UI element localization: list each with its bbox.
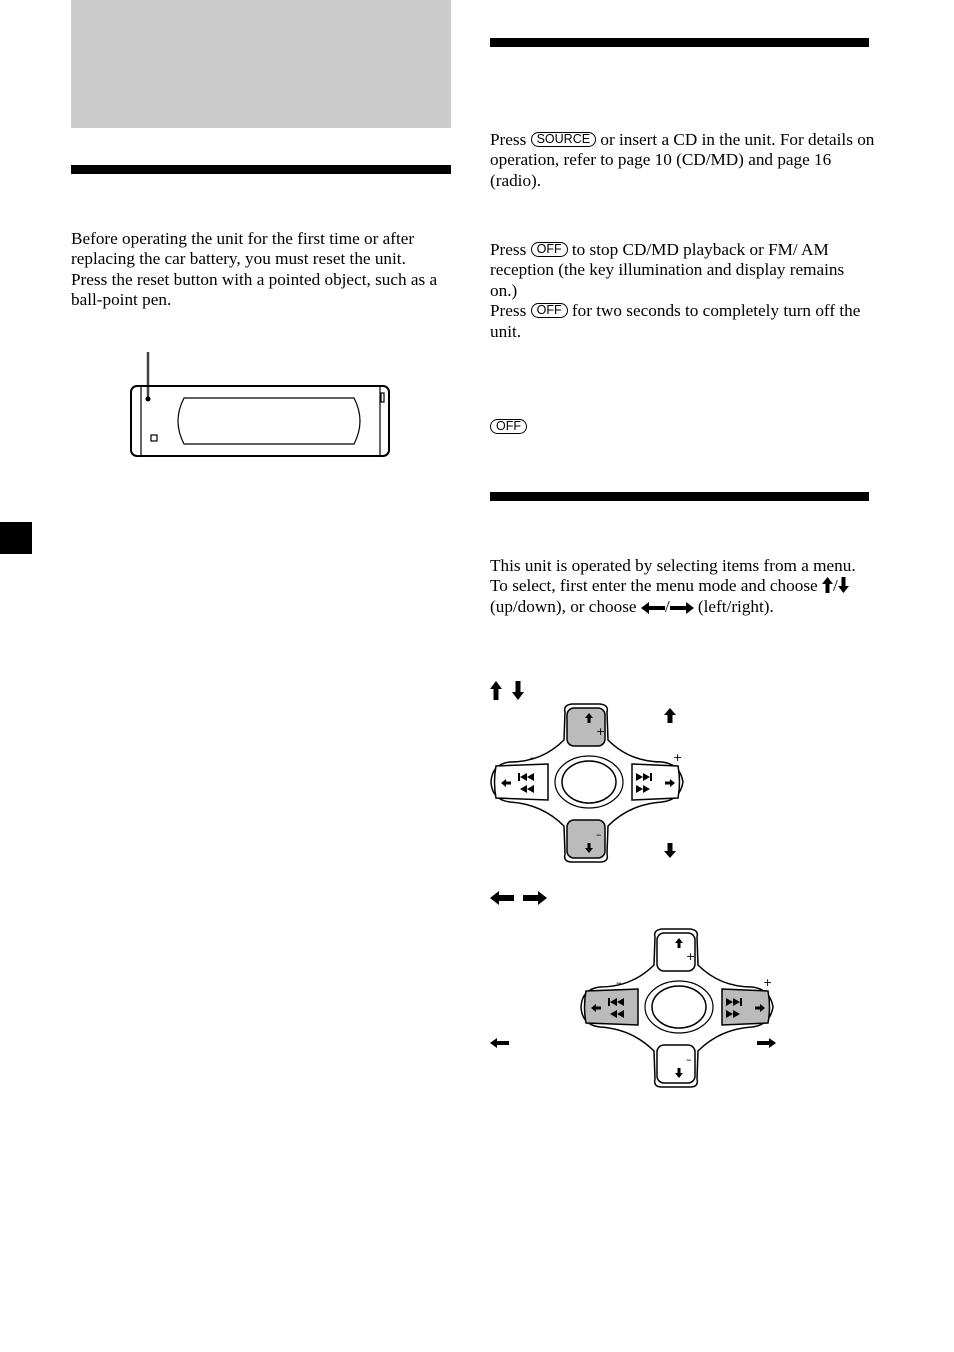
leftright-side-arrows xyxy=(490,1038,776,1048)
down-arrow-icon xyxy=(664,843,676,858)
right-arrow-icon xyxy=(757,1038,776,1048)
right-arrow-icon xyxy=(669,601,694,614)
off-key-standalone: OFF xyxy=(490,419,527,434)
control-pad-leftright-diagram: + – – + xyxy=(580,928,774,1088)
plus-label: + xyxy=(596,725,605,738)
up-arrow-icon xyxy=(821,577,833,594)
indicator-square xyxy=(150,434,158,442)
section-rule-reset xyxy=(71,165,451,174)
reset-paragraph-2: Press the reset button with a pointed ob… xyxy=(71,269,438,310)
control-pad: + – – + xyxy=(490,703,684,863)
source-key: SOURCE xyxy=(530,132,597,147)
down-arrow-icon xyxy=(837,577,849,594)
center-button xyxy=(561,760,617,804)
control-pad: + – – + xyxy=(580,928,774,1088)
page-edge-tab xyxy=(0,522,32,554)
minus-label: – xyxy=(616,976,622,989)
leftright-heading-icons xyxy=(490,891,547,905)
up-arrow-icon xyxy=(664,708,676,723)
up-arrow-icon xyxy=(490,681,502,700)
left-arrow-icon xyxy=(490,1038,509,1048)
reset-button-dot xyxy=(145,396,151,402)
updown-heading-icons xyxy=(490,681,524,700)
plus-label: + xyxy=(673,751,682,764)
section-rule-turn-on xyxy=(490,38,869,47)
display-window xyxy=(177,397,361,445)
reset-paragraph-1: Before operating the unit for the first … xyxy=(71,229,415,269)
section-rule-menu xyxy=(490,492,869,501)
control-pad-updown-diagram: + – – + xyxy=(490,703,684,863)
turn-off-instructions: Press OFF to stop CD/MD playback or FM/ … xyxy=(490,240,861,341)
turn-on-instructions: Press SOURCE or insert a CD in the unit.… xyxy=(490,130,875,190)
menu-instructions: This unit is operated by selecting items… xyxy=(490,556,856,616)
minus-label: – xyxy=(530,751,536,764)
reset-instructions: Before operating the unit for the first … xyxy=(71,229,456,311)
left-arrow-icon xyxy=(490,891,514,905)
chapter-header-box xyxy=(71,0,451,128)
panel-outline xyxy=(130,385,390,457)
off-key-standalone-row: OFF xyxy=(490,417,527,437)
front-panel-illustration xyxy=(130,352,390,457)
off-key: OFF xyxy=(530,242,568,257)
minus-label: – xyxy=(686,1053,692,1066)
center-button xyxy=(651,985,707,1029)
left-arrow-icon xyxy=(640,601,665,614)
plus-label: + xyxy=(686,950,695,963)
down-arrow-icon xyxy=(512,681,524,700)
off-key: OFF xyxy=(530,303,568,319)
minus-label: – xyxy=(596,828,602,841)
right-arrow-icon xyxy=(523,891,547,905)
plus-label: + xyxy=(763,976,772,989)
